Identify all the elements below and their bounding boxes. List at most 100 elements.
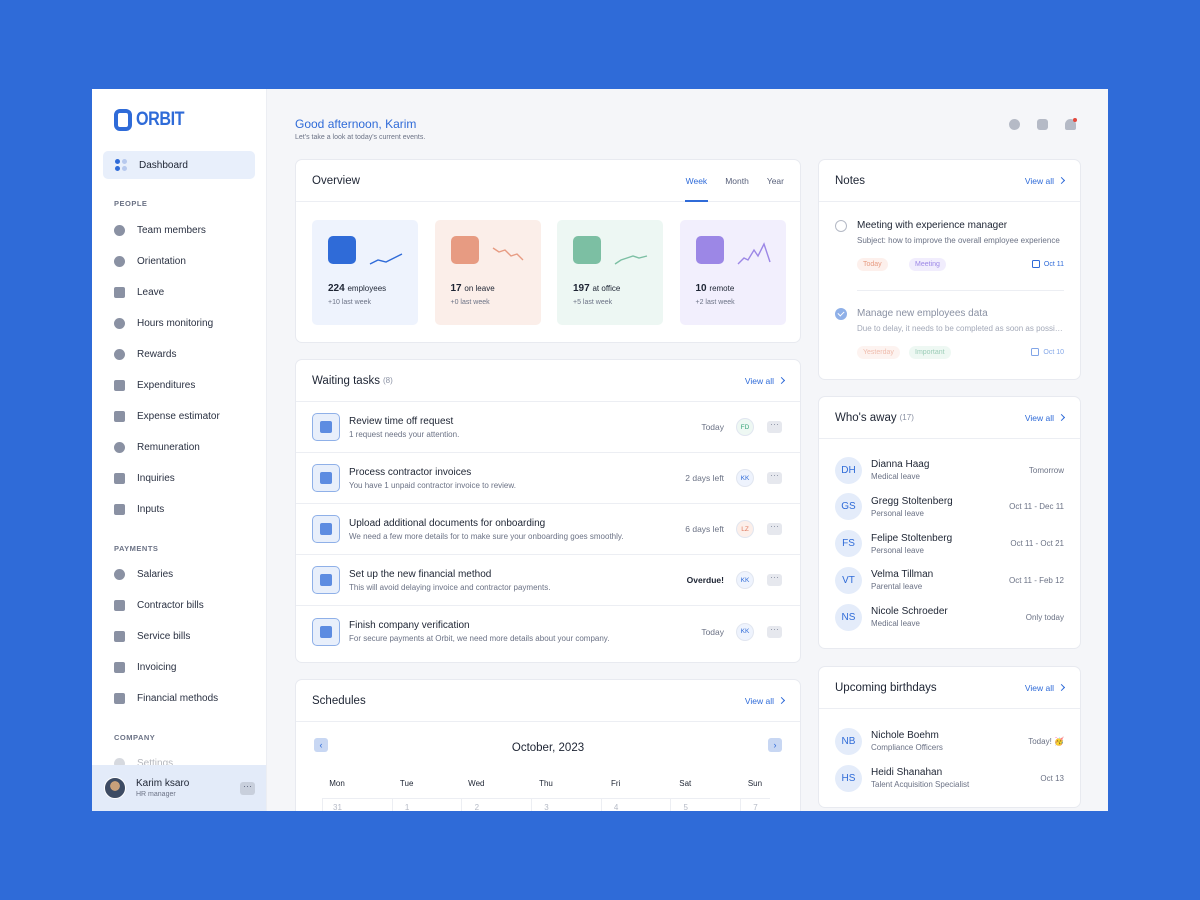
calendar-day[interactable]: 1 (391, 799, 422, 811)
stat-card[interactable]: 17 on leave +0 last week (434, 220, 541, 325)
sidebar-item-label: Financial methods (137, 692, 219, 704)
view-all-tasks-link[interactable]: View all (745, 376, 786, 386)
calendar-day[interactable]: 3 (530, 799, 561, 811)
leave-type: Parental leave (871, 582, 923, 592)
stat-card[interactable]: 10 remote +2 last week (679, 220, 786, 325)
tab-week[interactable]: Week (684, 160, 708, 202)
leave-dates: Only today (1025, 612, 1064, 622)
calendar-day[interactable]: 31 (322, 799, 352, 811)
sidebar-item-label: Orientation (137, 255, 186, 267)
checked-checkbox[interactable] (835, 308, 847, 320)
note-title: Meeting with experience manager (857, 220, 1008, 231)
more-icon[interactable]: ··· (767, 624, 782, 638)
view-all-away-link[interactable]: View all (1025, 413, 1066, 423)
calendar-day[interactable]: 7 (739, 799, 770, 811)
assignee-avatar[interactable]: LZ (736, 520, 754, 538)
assignee-avatar[interactable]: FD (736, 418, 754, 436)
sidebar-item-inquiries[interactable]: Inquiries (114, 470, 175, 486)
away-person[interactable]: NS Nicole Schroeder Medical leave Only toda… (835, 602, 1064, 632)
view-all-schedules-link[interactable]: View all (745, 696, 786, 706)
away-person[interactable]: GS Gregg Stoltenberg Personal leave Oct 11 … (835, 492, 1064, 522)
weekday-label: Tue (399, 779, 414, 788)
birthday-person[interactable]: NB Nichole Boehm Compliance Officers Today!… (835, 726, 1064, 756)
task-text: Upload additional documents for onboardi… (349, 518, 624, 541)
leave-dates: Oct 11 - Dec 11 (1009, 502, 1064, 512)
away-person[interactable]: FS Felipe Stoltenberg Personal leave Oct 11… (835, 529, 1064, 559)
stat-icon (695, 236, 724, 264)
sparkline (369, 253, 403, 265)
user-role: HR manager (136, 791, 176, 798)
assignee-avatar[interactable]: KK (736, 571, 754, 589)
birthday-person[interactable]: HS Heidi Shanahan Talent Acquisition Speci… (835, 763, 1064, 793)
assignee-avatar[interactable]: KK (736, 622, 754, 641)
more-icon[interactable]: ··· (767, 573, 782, 586)
sidebar-item-expenditures[interactable]: Expenditures (114, 377, 195, 393)
note-item[interactable]: Manage new employees data Due to delay, i… (835, 306, 1065, 370)
orbit-logo[interactable]: ORBIT (114, 109, 193, 131)
sparkline-path (614, 255, 648, 265)
calendar-day[interactable]: 5 (670, 799, 700, 811)
weekday-label: Sun (747, 779, 763, 788)
tab-year[interactable]: Year (767, 176, 784, 186)
user-profile[interactable]: Karim ksaro HR manager ··· (92, 765, 266, 811)
sidebar-item-dashboard[interactable]: Dashboard (103, 151, 255, 179)
sidebar-item-rewards[interactable]: Rewards (114, 346, 176, 362)
note-date-label: Oct 11 (1043, 260, 1064, 268)
task-row[interactable]: Process contractor invoices You have 1 un… (296, 453, 800, 504)
calendar-day[interactable]: 2 (461, 799, 491, 811)
sidebar-item-label: Rewards (137, 348, 177, 360)
sidebar-item-contractor-bills[interactable]: Contractor bills (114, 597, 204, 613)
page-title: Good afternoon, Karim (295, 117, 417, 131)
section-title-company: COMPANY (114, 733, 156, 742)
task-row[interactable]: Finish company verification For secure pa… (296, 606, 800, 657)
task-icon (312, 566, 340, 594)
task-row[interactable]: Review time off request 1 request needs y… (296, 402, 800, 453)
stat-card[interactable]: 197 at office +5 last week (557, 220, 663, 325)
sidebar-item-orientation[interactable]: Orientation (114, 253, 186, 269)
sidebar-item-service-bills[interactable]: Service bills (114, 628, 190, 644)
sidebar-item-inputs[interactable]: Inputs (114, 501, 164, 517)
checkbox[interactable] (835, 220, 847, 232)
card-title: Upcoming birthdays (835, 681, 937, 694)
calendar-day[interactable]: 4 (600, 799, 631, 811)
leave-type: Medical leave (871, 619, 920, 629)
note-item[interactable]: Meeting with experience manager Subject: … (835, 218, 1064, 282)
sidebar-item-remuneration[interactable]: Remuneration (114, 439, 200, 455)
more-icon[interactable]: ··· (767, 522, 782, 535)
search-icon[interactable] (1009, 119, 1020, 130)
calendar-icon (1031, 260, 1040, 268)
sidebar-item-label: Team members (137, 224, 206, 236)
view-all-notes-link[interactable]: View all (1025, 176, 1066, 186)
sidebar-item-leave[interactable]: Leave (114, 284, 164, 300)
sidebar-item-label: Salaries (137, 568, 174, 580)
more-icon[interactable]: ··· (240, 781, 255, 795)
stat-value: 197 at office (573, 283, 620, 294)
sidebar-item-hours-monitoring[interactable]: Hours monitoring (114, 315, 213, 331)
more-icon[interactable]: ··· (767, 471, 782, 484)
sidebar-item-team-members[interactable]: Team members (114, 222, 206, 238)
sidebar-item-financial-methods[interactable]: Financial methods (114, 690, 218, 706)
sidebar-item-salaries[interactable]: Salaries (114, 566, 173, 582)
task-row[interactable]: Upload additional documents for onboardi… (296, 504, 800, 555)
sidebar-item-expense-estimator[interactable]: Expense estimator (114, 408, 220, 424)
task-row[interactable]: Set up the new financial method This will… (296, 555, 800, 606)
help-icon[interactable] (1037, 119, 1048, 130)
weekday-label: Fri (610, 779, 621, 788)
section-title-payments: PAYMENTS (114, 544, 159, 553)
sidebar-item-invoicing[interactable]: Invoicing (114, 659, 176, 675)
view-all-birthdays-link[interactable]: View all (1025, 683, 1066, 693)
stat-card[interactable]: 224 employees +10 last week (312, 220, 418, 325)
task-type-icon (320, 625, 332, 638)
more-icon[interactable]: ··· (767, 420, 782, 433)
task-text: Review time off request 1 request needs y… (349, 416, 459, 439)
avatar: FS (835, 530, 862, 558)
tab-month[interactable]: Month (725, 176, 749, 186)
away-person[interactable]: VT Velma Tillman Parental leave Oct 11 - Fe… (835, 565, 1064, 595)
assignee-avatar[interactable]: KK (736, 469, 754, 487)
next-month-button[interactable]: › (768, 738, 782, 752)
calendar-month: October, 2023 (511, 742, 585, 754)
calendar-icon (1031, 348, 1040, 356)
stat-label: on leave (464, 284, 495, 293)
card-icon (114, 599, 125, 611)
away-person[interactable]: DH Dianna Haag Medical leave Tomorrow (835, 455, 1064, 485)
